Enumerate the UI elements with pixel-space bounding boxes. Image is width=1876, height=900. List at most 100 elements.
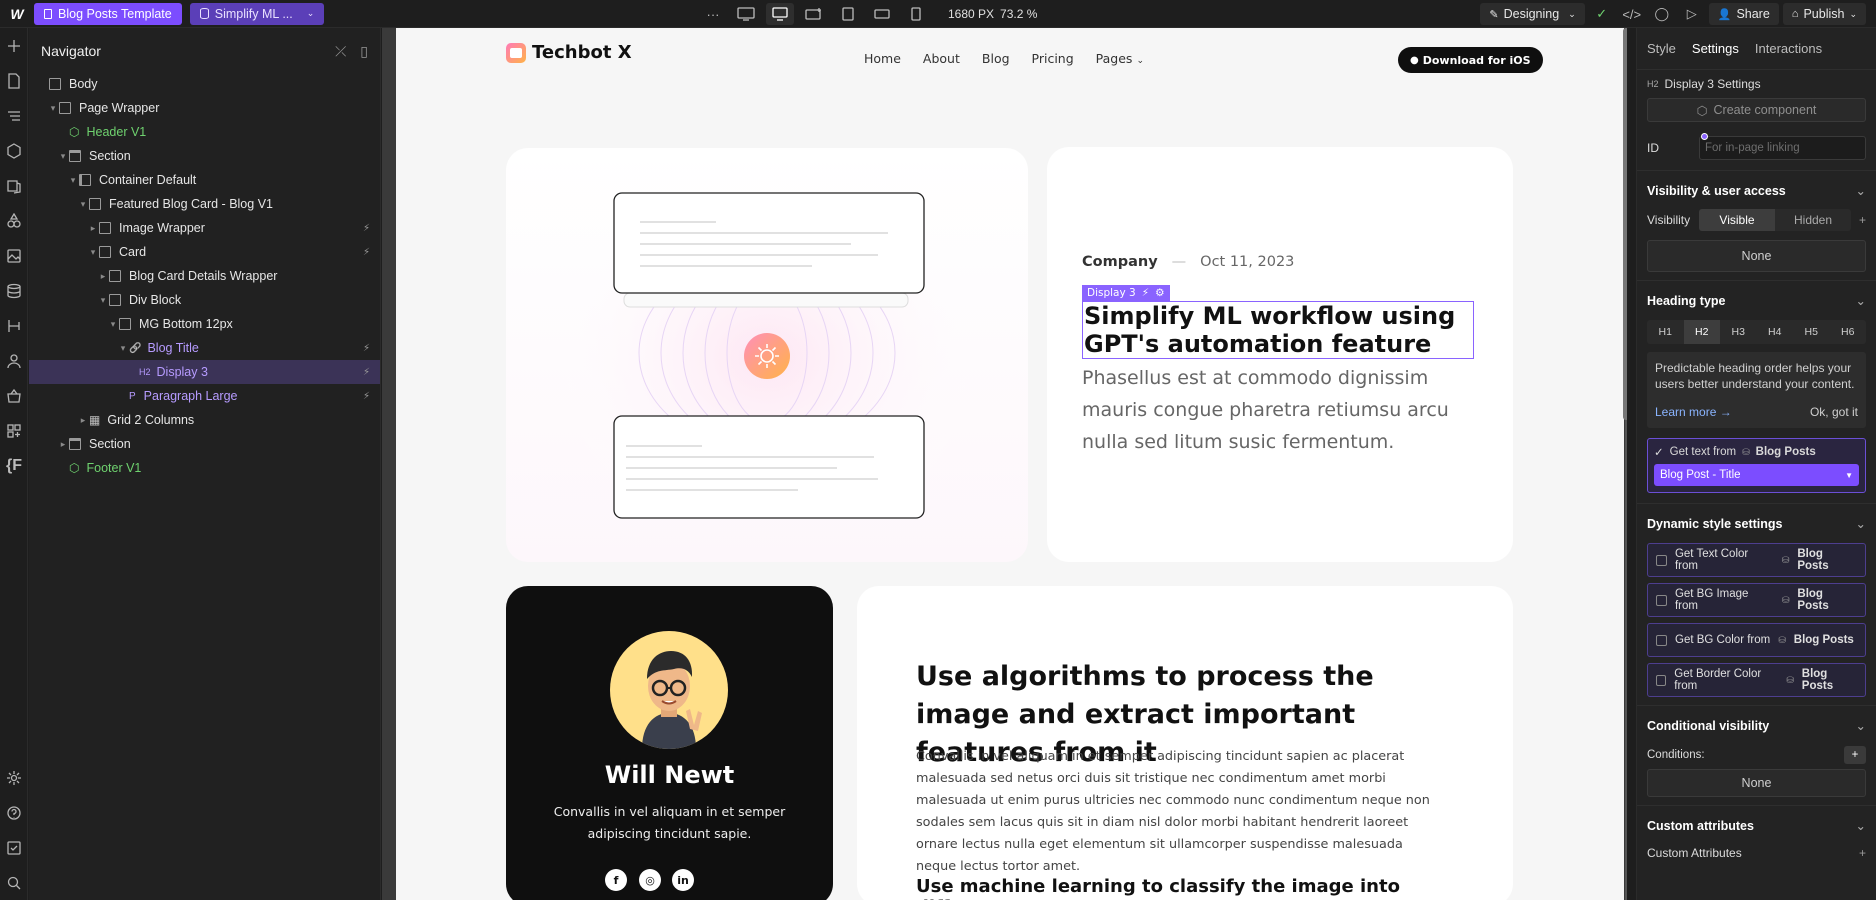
audit-icon[interactable] (0, 830, 28, 865)
dynamic-style-row[interactable]: Get BG Color from ⛁ Blog Posts (1647, 623, 1866, 657)
heading-h4[interactable]: H4 (1757, 320, 1794, 344)
caret-down-icon[interactable]: ▾ (117, 343, 129, 354)
heading-h2[interactable]: H2 (1683, 320, 1720, 344)
nav-link-pages[interactable]: Pages ⌄ (1096, 51, 1144, 66)
navigator-row[interactable]: ⬡ Header V1 (29, 120, 380, 144)
finsweet-icon[interactable]: {F (0, 448, 28, 483)
heading-type-header[interactable]: Heading type ⌄ (1637, 280, 1876, 320)
heading-h3[interactable]: H3 (1720, 320, 1757, 344)
navigator-row[interactable]: H2 Display 3 ⚡ (29, 360, 380, 384)
nav-link-about[interactable]: About (923, 51, 960, 66)
components-icon[interactable] (0, 133, 28, 168)
nav-link-pricing[interactable]: Pricing (1032, 51, 1074, 66)
heading-h5[interactable]: H5 (1793, 320, 1830, 344)
design-canvas[interactable]: Techbot X Home About Blog Pricing Pages … (382, 28, 1627, 900)
checkbox[interactable] (1656, 634, 1667, 646)
post-title[interactable]: Simplify ML workflow using GPT's automat… (1082, 301, 1474, 359)
facebook-icon[interactable]: f (605, 869, 627, 891)
visible-option[interactable]: Visible (1699, 209, 1775, 231)
navigator-row[interactable]: ▾ 🔗 Blog Title ⚡ (29, 336, 380, 360)
learn-more-link[interactable]: Learn more → (1655, 404, 1732, 420)
tablet-icon[interactable] (834, 3, 862, 25)
navigator-row[interactable]: P Paragraph Large ⚡ (29, 384, 380, 408)
mobile-landscape-icon[interactable] (868, 3, 896, 25)
users-icon[interactable] (0, 343, 28, 378)
post-category[interactable]: Company (1082, 254, 1158, 270)
comment-icon[interactable]: ◯ (1649, 3, 1675, 25)
site-header[interactable]: Techbot X Home About Blog Pricing Pages … (396, 28, 1624, 90)
caret-down-icon[interactable]: ▾ (57, 151, 69, 162)
tab-style[interactable]: Style (1647, 41, 1676, 56)
navigator-row[interactable]: ▾ Container Default (29, 168, 380, 192)
checkbox[interactable] (1656, 554, 1667, 566)
navigator-row[interactable]: ▸ Section (29, 432, 380, 456)
caret-right-icon[interactable]: ▸ (57, 439, 69, 450)
article-card[interactable]: Use algorithms to process the image and … (857, 586, 1513, 900)
tab-settings[interactable]: Settings (1692, 41, 1739, 56)
help-icon[interactable] (0, 795, 28, 830)
caret-right-icon[interactable]: ▸ (77, 415, 89, 426)
heading-h1[interactable]: H1 (1647, 320, 1684, 344)
conditions-none-box[interactable]: None (1647, 769, 1866, 797)
site-brand[interactable]: Techbot X (506, 42, 632, 63)
navigator-row[interactable]: ▾ Featured Blog Card - Blog V1 (29, 192, 380, 216)
linkedin-icon[interactable]: in (672, 869, 694, 891)
ecommerce-icon[interactable] (0, 378, 28, 413)
instagram-icon[interactable]: ◎ (639, 869, 661, 891)
navigator-row[interactable]: ▾ Card ⚡ (29, 240, 380, 264)
custom-attributes-header[interactable]: Custom attributes ⌄ (1637, 805, 1876, 845)
collapse-all-icon[interactable]: ⤫ (335, 43, 346, 60)
style-selectors-icon[interactable] (0, 168, 28, 203)
visibility-none-box[interactable]: None (1647, 240, 1866, 272)
featured-text-card[interactable]: Company — Oct 11, 2023 Display 3 ⚡ ⚙ Sim… (1047, 147, 1513, 562)
caret-down-icon[interactable]: ▾ (47, 103, 59, 114)
selected-element-tag[interactable]: Display 3 ⚡ ⚙ (1082, 285, 1170, 301)
desktop-plus-icon[interactable] (800, 3, 828, 25)
navigator-row[interactable]: ▾ Section (29, 144, 380, 168)
nav-link-home[interactable]: Home (864, 51, 901, 66)
caret-down-icon[interactable]: ▾ (97, 295, 109, 306)
create-component-button[interactable]: ⬡ Create component (1647, 98, 1866, 122)
gear-icon[interactable]: ⚙ (1155, 287, 1164, 299)
dynamic-style-row[interactable]: Get Text Color from ⛁ Blog Posts (1647, 543, 1866, 577)
check-circle-icon[interactable]: ✓ (1589, 3, 1615, 25)
publish-button[interactable]: ⌂ Publish ⌄ (1782, 3, 1866, 25)
checkbox[interactable] (1656, 594, 1667, 606)
webflow-logo-icon[interactable]: W (0, 0, 34, 28)
navigator-row[interactable]: ▾ Div Block (29, 288, 380, 312)
assets-icon[interactable] (0, 238, 28, 273)
navigator-row[interactable]: ▾ MG Bottom 12px (29, 312, 380, 336)
caret-right-icon[interactable]: ▸ (97, 271, 109, 282)
page-preview[interactable]: Techbot X Home About Blog Pricing Pages … (396, 28, 1624, 900)
more-icon[interactable]: ··· (700, 3, 726, 25)
settings-icon[interactable] (0, 760, 28, 795)
play-icon[interactable]: ▷ (1679, 3, 1705, 25)
navigator-row[interactable]: Body (29, 72, 380, 96)
check-icon[interactable]: ✓ (1654, 445, 1664, 459)
mobile-portrait-icon[interactable] (902, 3, 930, 25)
apps-icon[interactable] (0, 413, 28, 448)
visibility-section-header[interactable]: Visibility & user access ⌄ (1637, 170, 1876, 210)
mode-selector[interactable]: ✎ Designing ⌄ (1480, 3, 1585, 25)
desktop-icon[interactable] (766, 3, 794, 25)
field-select[interactable]: Blog Post - Title ▼ (1654, 464, 1859, 486)
navigator-icon[interactable] (0, 98, 28, 133)
ok-got-it-button[interactable]: Ok, got it (1810, 404, 1858, 420)
caret-right-icon[interactable]: ▸ (87, 223, 99, 234)
dock-panel-icon[interactable]: ▯ (360, 43, 368, 60)
caret-down-icon[interactable]: ▾ (67, 175, 79, 186)
cms-icon[interactable] (0, 273, 28, 308)
caret-down-icon[interactable]: ▾ (107, 319, 119, 330)
download-ios-button[interactable]: ● Download for iOS (1398, 47, 1543, 73)
add-condition-icon[interactable]: + (1844, 746, 1866, 764)
navigator-row[interactable]: ▸ ▦ Grid 2 Columns (29, 408, 380, 432)
dynamic-style-row[interactable]: Get BG Image from ⛁ Blog Posts (1647, 583, 1866, 617)
add-attribute-icon[interactable]: + (1859, 846, 1866, 860)
logic-icon[interactable] (0, 308, 28, 343)
author-card[interactable]: Will Newt Convallis in vel aliquam in et… (506, 586, 833, 900)
id-input[interactable]: For in-page linking (1699, 133, 1866, 160)
dynamic-style-header[interactable]: Dynamic style settings ⌄ (1637, 503, 1876, 543)
tab-interactions[interactable]: Interactions (1755, 41, 1822, 56)
share-button[interactable]: 👤 Share (1708, 3, 1779, 25)
checkbox[interactable] (1656, 674, 1667, 686)
